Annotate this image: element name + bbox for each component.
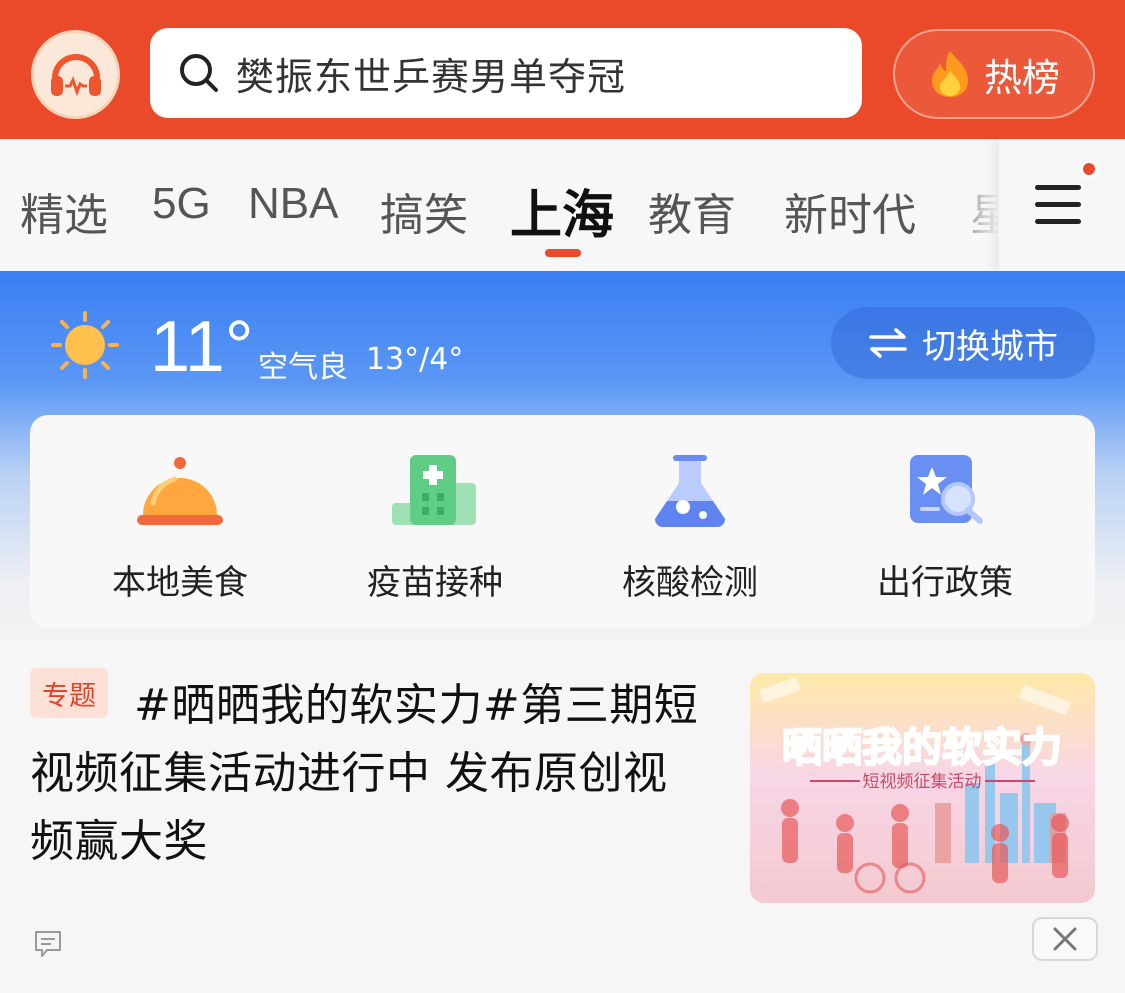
top-bar: 樊振东世乒赛男单夺冠 热榜: [0, 0, 1125, 139]
quick-link-local-food[interactable]: 本地美食: [60, 415, 300, 628]
temperature-range: 13°/4°: [366, 342, 464, 377]
quick-links-card: 本地美食 疫苗接种 核酸检测 出行政策: [30, 415, 1095, 628]
hot-list-button[interactable]: 热榜: [893, 29, 1095, 119]
search-placeholder: 樊振东世乒赛男单夺冠: [236, 54, 627, 99]
food-cloche-icon: [137, 457, 223, 525]
search-star-icon: [910, 455, 983, 524]
channel-menu-button[interactable]: [999, 139, 1125, 271]
news-thumbnail[interactable]: 晒晒我的软实力 短视频征集活动: [750, 673, 1095, 903]
tabs-fade: [940, 139, 1000, 271]
channel-tabs: 精选 5G NBA 搞笑 上海 教育 新时代 星: [0, 139, 1125, 271]
thumbnail-image: 晒晒我的软实力 短视频征集活动: [750, 673, 1095, 903]
search-icon: [180, 54, 218, 92]
temperature: 11°: [150, 307, 254, 387]
tab-5g[interactable]: 5G: [152, 179, 211, 229]
quick-link-travel-policy[interactable]: 出行政策: [825, 415, 1065, 628]
app-logo[interactable]: [31, 30, 120, 119]
tab-nba[interactable]: NBA: [248, 179, 338, 229]
quick-link-vaccination[interactable]: 疫苗接种: [315, 415, 555, 628]
tab-selected[interactable]: 精选: [20, 179, 108, 243]
headphones-icon: [50, 53, 101, 96]
active-tab-indicator: [545, 249, 581, 257]
tab-new-era[interactable]: 新时代: [784, 179, 916, 243]
tab-education[interactable]: 教育: [648, 179, 736, 243]
switch-city-button[interactable]: 切换城市: [831, 307, 1095, 379]
quick-link-label: 出行政策: [877, 563, 1013, 603]
swap-icon: [869, 328, 907, 358]
dismiss-button[interactable]: [1032, 917, 1098, 961]
tab-shanghai[interactable]: 上海: [510, 173, 614, 248]
menu-icon: [1035, 185, 1081, 224]
quick-link-label: 疫苗接种: [367, 563, 503, 603]
quick-link-label: 本地美食: [112, 563, 248, 603]
notification-dot: [1080, 160, 1098, 178]
hospital-icon: [392, 455, 476, 525]
sun-icon: [51, 311, 119, 379]
tab-funny[interactable]: 搞笑: [380, 179, 468, 243]
comment-icon[interactable]: [33, 929, 63, 959]
switch-city-label: 切换城市: [922, 326, 1058, 367]
quick-link-nucleic-test[interactable]: 核酸检测: [570, 415, 810, 628]
close-icon: [1053, 927, 1077, 951]
thumbnail-subtitle: 短视频征集活动: [863, 772, 982, 792]
quick-link-label: 核酸检测: [622, 563, 758, 603]
flame-icon: [931, 51, 968, 97]
flask-icon: [654, 455, 726, 527]
thumbnail-title: 晒晒我的软实力: [782, 725, 1062, 771]
hot-list-label: 热榜: [983, 55, 1060, 100]
air-quality: 空气良: [258, 350, 348, 385]
news-title[interactable]: #晒晒我的软实力#第三期短视频征集活动进行中 发布原创视频赢大奖: [30, 672, 710, 876]
search-bar[interactable]: 樊振东世乒赛男单夺冠: [150, 28, 862, 118]
